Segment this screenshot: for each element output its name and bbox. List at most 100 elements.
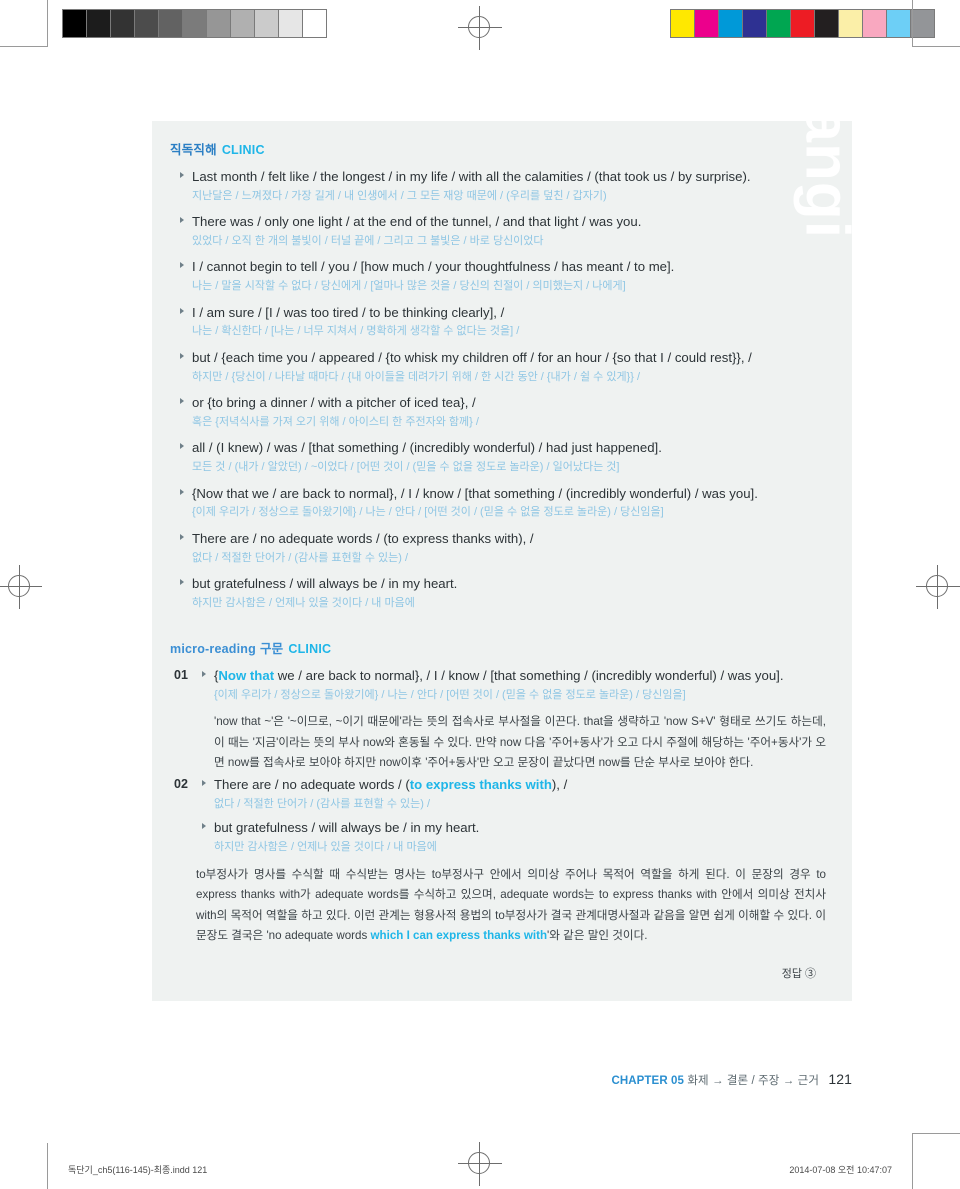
- sentence-english: There was / only one light / at the end …: [192, 214, 642, 230]
- color-swatch: [887, 10, 911, 37]
- sentence-english: I / cannot begin to tell / you / [how mu…: [192, 259, 675, 275]
- clinic-section: dokdangi 직독직해CLINIC Last month / felt li…: [152, 121, 852, 628]
- grayscale-calibration-bar: [62, 9, 327, 38]
- sentence-korean-gloss: 지난달은 / 느껴졌다 / 가장 길게 / 내 인생에서 / 그 모든 재앙 때…: [192, 189, 607, 202]
- crop-rule-top-left-vert: [47, 0, 48, 46]
- color-swatch: [159, 10, 183, 37]
- highlighted-grammar-phrase: to express thanks with: [409, 777, 552, 793]
- bullet-triangle-icon: [180, 217, 184, 224]
- color-swatch: [863, 10, 887, 37]
- sentence-korean-gloss: 하지만 감사함은 / 언제나 있을 것이다 / 내 마음에: [192, 596, 415, 609]
- registration-mark-right: [916, 565, 960, 609]
- micro-reading-item-list: 01 {Now that we / are back to normal}, / …: [152, 667, 852, 949]
- sentence-block: but / {each time you / appeared / {to wh…: [180, 349, 828, 385]
- sentence-english: {Now that we / are back to normal}, / I …: [214, 668, 784, 683]
- color-swatch: [767, 10, 791, 37]
- sentence-korean-gloss: 나는 / 말을 시작할 수 없다 / 당신에게 / [얼마나 많은 것을 / 당…: [192, 280, 626, 293]
- chapter-footer: CHAPTER 05 화제 → 결론 / 주장 → 근거 121: [0, 1071, 852, 1088]
- highlighted-grammar-phrase: which I can express thanks with: [370, 929, 548, 943]
- bullet-triangle-icon: [202, 780, 206, 787]
- color-swatch: [135, 10, 159, 37]
- grammar-explanation: 'now that ~'은 '~이므로, ~이기 때문에'라는 뜻의 접속사로 …: [214, 715, 826, 770]
- crop-rule-bottom-left-vert: [47, 1143, 48, 1189]
- color-swatch: [207, 10, 231, 37]
- sentence-block: {Now that we / are back to normal}, / I …: [202, 667, 828, 703]
- sentence-block: but gratefulness / will always be / in m…: [180, 575, 828, 611]
- sentence-english: Last month / felt like / the longest / i…: [192, 169, 751, 184]
- color-swatch: [671, 10, 695, 37]
- sentence-block: I / am sure / [I / was too tired / to be…: [180, 304, 828, 340]
- bullet-triangle-icon: [180, 488, 184, 495]
- crop-rule-bottom-right-horz: [912, 1133, 960, 1134]
- sentence-english: There are / no adequate words / (to expr…: [214, 777, 568, 793]
- bullet-triangle-icon: [180, 307, 184, 314]
- sentence-english: but / {each time you / appeared / {to wh…: [192, 349, 752, 365]
- color-swatch: [303, 10, 326, 37]
- crop-rule-bottom-right-vert: [912, 1133, 913, 1189]
- sentence-korean-gloss: 나는 / 확신한다 / [나는 / 너무 지쳐서 / 명확하게 생각할 수 없다…: [192, 325, 520, 338]
- bullet-triangle-icon: [202, 671, 206, 677]
- bullet-triangle-icon: [202, 823, 206, 830]
- sentence-korean-gloss: 모든 것 / (내가 / 알았던) / ~이었다 / [어떤 것이 / (믿을 …: [192, 461, 620, 474]
- micro-item-number: 02: [174, 777, 188, 792]
- color-swatch: [63, 10, 87, 37]
- bullet-triangle-icon: [180, 352, 184, 359]
- sentence-block: There are / no adequate words / (to expr…: [202, 776, 828, 812]
- sentence-korean-gloss: 있었다 / 오직 한 개의 불빛이 / 터널 끝에 / 그리고 그 불빛은 / …: [192, 234, 544, 247]
- color-swatch: [815, 10, 839, 37]
- sentence-block: There are / no adequate words / (to expr…: [180, 530, 828, 566]
- bullet-triangle-icon: [180, 579, 184, 586]
- color-swatch: [279, 10, 303, 37]
- color-calibration-bar: [670, 9, 935, 38]
- micro-heading: micro-reading 구문 CLINIC: [170, 638, 852, 657]
- sentence-korean-gloss: 없다 / 적절한 단어가 / (감사를 표현할 수 있는) /: [214, 797, 431, 810]
- sentence-block: I / cannot begin to tell / you / [how mu…: [180, 258, 828, 294]
- micro-item-number: 01: [174, 668, 188, 682]
- sentence-korean-gloss: 하지만 감사함은 / 언제나 있을 것이다 / 내 마음에: [214, 841, 437, 854]
- sentence-block: {Now that we / are back to normal}, / I …: [180, 485, 828, 521]
- color-swatch: [231, 10, 255, 37]
- registration-mark-left: [0, 565, 42, 609]
- clinic-heading: 직독직해 CLINIC: [170, 139, 852, 158]
- color-swatch: [839, 10, 863, 37]
- grammar-explanation: to부정사가 명사를 수식할 때 수식받는 명사는 to부정사구 안에서 의미상…: [196, 867, 826, 943]
- sentence-block: There was / only one light / at the end …: [180, 213, 828, 249]
- color-swatch: [183, 10, 207, 37]
- print-timestamp: 2014-07-08 오전 10:47:07: [789, 1165, 892, 1175]
- chapter-topic: 화제 → 결론 / 주장 → 근거: [687, 1075, 820, 1087]
- color-swatch: [791, 10, 815, 37]
- page-number: 121: [828, 1071, 852, 1087]
- sentence-block: but gratefulness / will always be / in m…: [202, 819, 828, 855]
- sentence-english: all / (I knew) / was / [that something /…: [192, 440, 662, 456]
- crop-rule-top-right-vert: [912, 0, 913, 46]
- color-swatch: [695, 10, 719, 37]
- bullet-triangle-icon: [180, 443, 184, 450]
- micro-heading-korean: 구문: [259, 642, 284, 656]
- color-swatch: [743, 10, 767, 37]
- bullet-triangle-icon: [180, 398, 184, 405]
- color-swatch: [111, 10, 135, 37]
- color-swatch: [255, 10, 279, 37]
- micro-heading-english-2: CLINIC: [288, 642, 332, 656]
- chapter-label: CHAPTER 05: [611, 1075, 685, 1087]
- color-swatch: [719, 10, 743, 37]
- clinic-sentence-list: Last month / felt like / the longest / i…: [152, 168, 852, 611]
- micro-reading-item: 01 {Now that we / are back to normal}, / …: [152, 667, 852, 703]
- answer-key: 정답 ③: [781, 968, 816, 981]
- sentence-korean-gloss: 없다 / 적절한 단어가 / (감사를 표현할 수 있는) /: [192, 551, 409, 564]
- micro-reading-item: 02 There are / no adequate words / (to ex…: [152, 776, 852, 855]
- sentence-korean-gloss: {이제 우리가 / 정상으로 돌아왔기에} / 나는 / 안다 / [어떤 것이…: [192, 506, 664, 519]
- registration-mark-top: [458, 6, 502, 50]
- sentence-english: but gratefulness / will always be / in m…: [214, 820, 480, 836]
- sentence-english: There are / no adequate words / (to expr…: [192, 530, 534, 546]
- bullet-triangle-icon: [180, 172, 184, 178]
- bullet-triangle-icon: [180, 262, 184, 269]
- sentence-english: but gratefulness / will always be / in m…: [192, 576, 458, 592]
- crop-rule-top-left-horz: [0, 46, 48, 47]
- micro-reading-section: micro-reading 구문 CLINIC 01 {Now that we / a…: [152, 620, 852, 1002]
- color-swatch: [911, 10, 934, 37]
- clinic-heading-korean: 직독직해: [170, 143, 217, 157]
- sentence-korean-gloss: {이제 우리가 / 정상으로 돌아왔기에} / 나는 / 안다 / [어떤 것이…: [214, 688, 686, 701]
- sentence-block: or {to bring a dinner / with a pitcher o…: [180, 394, 828, 430]
- color-swatch: [87, 10, 111, 37]
